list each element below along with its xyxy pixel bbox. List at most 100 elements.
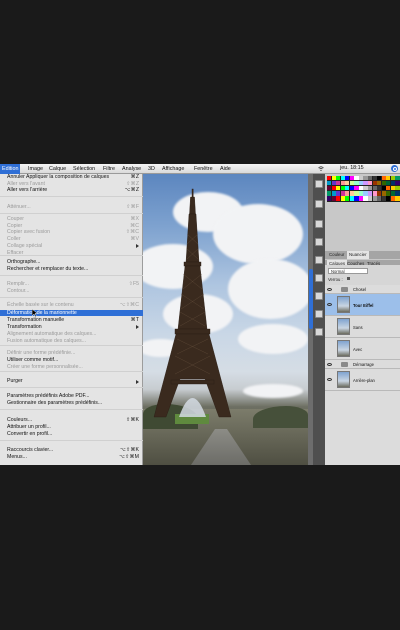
eye-icon[interactable] — [327, 378, 332, 381]
menu-item[interactable]: Attribuer un profil... — [0, 424, 143, 431]
menu-item[interactable]: Convertir en profil... — [0, 431, 143, 438]
menu-item-label: Copier — [7, 222, 23, 229]
menu-bar: Edition Image Calque Sélection Filtre An… — [0, 164, 400, 174]
menu-item-label: Couleurs... — [7, 417, 33, 423]
layers-list: Chosel Tour Eiffel Sans Avec Démarrage A… — [325, 285, 400, 465]
menu-filtre[interactable]: Filtre — [101, 165, 117, 174]
menu-item[interactable]: Déformation de la marionnette — [0, 309, 143, 316]
eye-icon[interactable] — [327, 288, 332, 291]
submenu-arrow-icon — [136, 244, 139, 249]
panel-icons-strip — [313, 174, 325, 465]
menu-analyse[interactable]: Analyse — [120, 165, 143, 174]
menu-item[interactable]: Couleurs... ⇧⌘K — [0, 417, 143, 424]
menu-item-label: Échelle basée sur le contenu — [7, 302, 74, 308]
layer-group-chosel[interactable]: Chosel — [325, 285, 400, 294]
lock-icon[interactable] — [347, 277, 350, 280]
layer-arriere-plan[interactable]: Arrière-plan — [325, 369, 400, 391]
menu-item[interactable]: Annuler Appliquer la composition de calq… — [0, 174, 143, 181]
menu-item[interactable]: Orthographe... — [0, 259, 143, 266]
color-swatch[interactable] — [395, 186, 400, 191]
lock-label: Verrou : — [328, 277, 343, 282]
menu-item[interactable]: Transformation — [0, 324, 143, 331]
layer-tour-eiffel[interactable]: Tour Eiffel — [325, 294, 400, 316]
menu-item: Remplir... ⇧F5 — [0, 281, 143, 288]
menu-item-label: Couper — [7, 216, 25, 222]
menu-item[interactable]: Raccourcis clavier... ⌥⇧⌘K — [0, 447, 143, 454]
mouse-cursor-icon — [32, 309, 38, 317]
menu-3d[interactable]: 3D — [146, 165, 157, 174]
menu-aide[interactable]: Aide — [218, 165, 233, 174]
menu-item-label: Contour... — [7, 288, 30, 294]
edition-menu-dropdown: Annuler Appliquer la composition de calq… — [0, 174, 143, 465]
menu-calque[interactable]: Calque — [47, 165, 68, 174]
document-canvas[interactable] — [143, 174, 308, 465]
menu-item[interactable]: Utiliser comme motif... — [0, 357, 143, 364]
swatches-grid[interactable] — [327, 176, 400, 202]
menu-image[interactable]: Image — [26, 165, 45, 174]
menu-item: Collage spécial — [0, 243, 143, 250]
menu-separator — [0, 275, 143, 276]
menu-item-label: Aller vers l'arrière — [7, 187, 48, 194]
menu-item-shortcut: ⌘C — [130, 222, 139, 229]
tab-nuancier[interactable]: Nuancier — [347, 251, 369, 259]
menu-item: Aller vers l'avant ⇧⌘Z — [0, 181, 143, 188]
menu-item-shortcut: ⌘V — [130, 236, 139, 243]
menu-item-label: Purger — [7, 378, 23, 384]
blend-mode-select[interactable]: Normal — [328, 268, 368, 274]
menu-item[interactable]: Menus... ⌥⇧⌘M — [0, 454, 143, 461]
menu-selection[interactable]: Sélection — [71, 165, 97, 174]
submenu-arrow-icon — [136, 379, 139, 384]
color-swatch[interactable] — [395, 196, 400, 201]
actions-panel-icon[interactable] — [315, 200, 323, 208]
clone-source-panel-icon[interactable] — [315, 238, 323, 246]
character-panel-icon[interactable] — [315, 256, 323, 264]
menu-item: Copier avec fusion ⇧⌘C — [0, 229, 143, 236]
eye-icon[interactable] — [327, 363, 332, 366]
masks-panel-icon[interactable] — [315, 310, 323, 318]
color-swatch[interactable] — [395, 176, 400, 181]
menu-item[interactable]: Gestionnaire des paramètres prédéfinis..… — [0, 400, 143, 407]
eye-icon[interactable] — [327, 303, 332, 306]
menu-item-label: Effacer — [7, 249, 24, 256]
menu-affichage[interactable]: Affichage — [160, 165, 186, 174]
styles-panel-icon[interactable] — [315, 328, 323, 336]
menu-item-shortcut: ⌘X — [130, 216, 139, 222]
menu-item[interactable]: Transformation manuelle ⌘T — [0, 317, 143, 324]
menu-item: Créer une forme personnalisée... — [0, 364, 143, 371]
color-swatch[interactable] — [395, 181, 400, 186]
tab-couleur[interactable]: Couleur — [327, 251, 346, 259]
menu-separator — [0, 297, 143, 298]
menu-fenetre[interactable]: Fenêtre — [192, 165, 215, 174]
layer-avec[interactable]: Avec — [325, 338, 400, 360]
clock[interactable]: jeu. 18:15 — [340, 165, 364, 171]
menu-item-shortcut: ⇧⌘F — [126, 204, 139, 210]
submenu-arrow-icon — [136, 325, 139, 329]
menu-item-shortcut: ⇧F5 — [128, 281, 139, 287]
wifi-icon[interactable] — [318, 166, 324, 171]
panel-tabs-top: Couleur Nuancier — [325, 251, 400, 259]
menu-item-label: Utiliser comme motif... — [7, 357, 59, 363]
spotlight-search-icon[interactable] — [391, 165, 398, 172]
layer-group-demarrage[interactable]: Démarrage — [325, 360, 400, 369]
menu-item[interactable]: Purger — [0, 378, 143, 385]
history-panel-icon[interactable] — [315, 180, 323, 188]
menu-item-label: Attribuer un profil... — [7, 424, 51, 430]
menu-item-shortcut: ⌥⇧⌘K — [120, 447, 139, 453]
menu-item: Copier ⌘C — [0, 223, 143, 230]
menu-item-shortcut: ⌥⇧⌘C — [119, 302, 139, 308]
menu-item[interactable]: Paramètres prédéfinis Adobe PDF... — [0, 393, 143, 400]
menu-item[interactable]: Rechercher et remplacer du texte... — [0, 266, 143, 273]
menu-edition[interactable]: Edition — [0, 164, 21, 174]
right-panels: Couleur Nuancier Calques Couches Tracés … — [325, 174, 400, 465]
menu-item[interactable]: Aller vers l'arrière ⌥⌘Z — [0, 187, 143, 194]
brush-panel-icon[interactable] — [315, 220, 323, 228]
scrollbar-thumb[interactable] — [308, 269, 313, 329]
adjustments-panel-icon[interactable] — [315, 292, 323, 300]
layer-thumbnail — [337, 340, 350, 357]
color-swatch[interactable] — [395, 191, 400, 196]
paragraph-panel-icon[interactable] — [315, 274, 323, 282]
layer-thumbnail — [337, 318, 350, 335]
menu-item: Effacer — [0, 250, 143, 257]
layer-sans[interactable]: Sans — [325, 316, 400, 338]
menu-item: Échelle basée sur le contenu ⌥⇧⌘C — [0, 302, 143, 309]
